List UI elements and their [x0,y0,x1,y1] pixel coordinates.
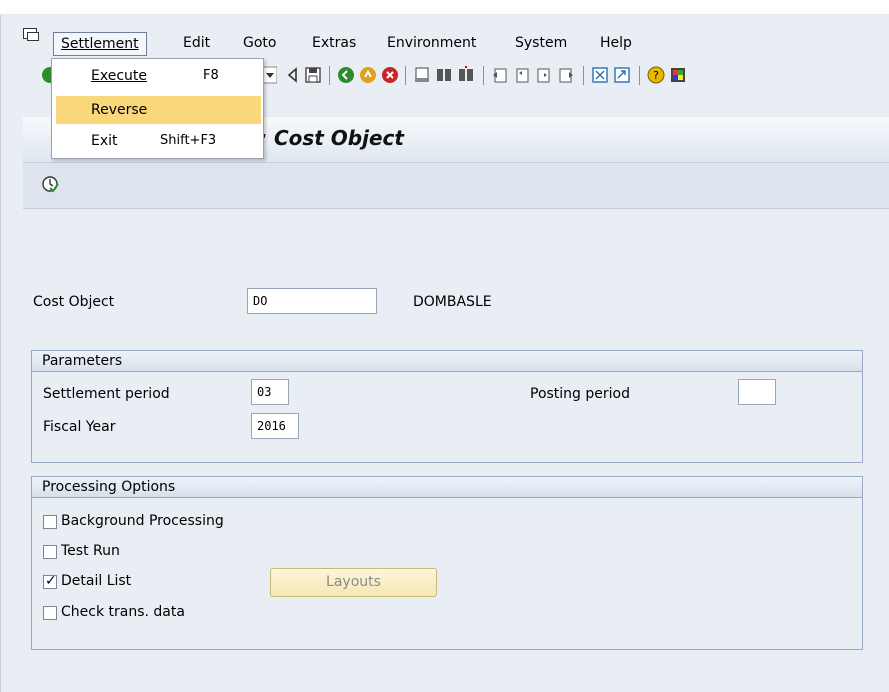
find-icon[interactable] [435,66,453,84]
last-page-icon[interactable] [557,66,575,84]
menu-item-reverse[interactable]: Reverse [56,96,261,124]
menu-item-exit-shortcut: Shift+F3 [160,133,217,148]
posting-period-input[interactable] [738,379,776,405]
processing-options-header: Processing Options [32,477,862,498]
test-run-label: Test Run [61,543,120,559]
menu-edit[interactable]: Edit [183,34,210,52]
toolbar-separator [639,66,640,85]
menu-settlement[interactable]: Settlement [53,32,147,56]
create-session-icon[interactable] [591,66,609,84]
menu-bar: Settlement Edit Goto Extras Environment … [1,15,889,56]
menu-system[interactable]: System [515,34,567,52]
exit-icon[interactable] [359,66,377,84]
menu-help[interactable]: Help [600,34,632,52]
command-field-dropdown-icon[interactable] [263,66,277,84]
previous-page-icon[interactable] [513,66,531,84]
layouts-button[interactable]: Layouts [270,568,437,597]
posting-period-label: Posting period [530,386,630,402]
menu-environment[interactable]: Environment [387,34,476,52]
menu-item-execute-label: Execute [91,68,147,84]
page-title: : Cost Object [259,126,404,150]
application-toolbar [23,163,889,209]
detail-list-label: Detail List [61,573,132,589]
settlement-menu-dropdown: Execute F8 Reverse Exit Shift+F3 [51,58,264,159]
toolbar-separator [583,66,584,85]
fiscal-year-input[interactable]: 2016 [251,413,299,439]
back-arrow-icon[interactable] [284,66,302,84]
check-trans-data-checkbox[interactable] [43,606,57,620]
fiscal-year-label: Fiscal Year [43,419,116,435]
shortcut-icon[interactable] [613,66,631,84]
cost-object-description: DOMBASLE [413,294,492,310]
back-icon[interactable] [337,66,355,84]
main-frame: Settlement Edit Goto Extras Environment … [0,15,889,692]
execute-icon[interactable] [41,175,59,193]
cancel-icon[interactable] [381,66,399,84]
settlement-period-label: Settlement period [43,386,170,402]
next-page-icon[interactable] [535,66,553,84]
background-processing-label: Background Processing [61,513,224,529]
print-icon[interactable] [413,66,431,84]
settlement-period-input[interactable]: 03 [251,379,289,405]
parameters-group: Parameters Settlement period 03 Posting … [31,350,863,463]
cost-object-input[interactable]: DO [247,288,377,314]
top-strip [0,0,889,15]
menu-extras[interactable]: Extras [312,34,356,52]
menu-item-reverse-label: Reverse [91,102,148,118]
menu-item-exit[interactable]: Exit Shift+F3 [56,127,261,155]
menu-settlement-label: Settlement [61,36,139,52]
customize-layout-icon[interactable] [669,66,687,84]
svg-text:?: ? [653,69,659,82]
find-next-icon[interactable] [457,66,475,84]
menu-item-execute[interactable]: Execute F8 [56,62,261,90]
menu-item-execute-shortcut: F8 [203,68,219,83]
help-icon[interactable]: ? [647,66,665,84]
toolbar-separator [329,66,330,85]
toolbar-separator [405,66,406,85]
menu-goto[interactable]: Goto [243,34,276,52]
cost-object-label: Cost Object [33,294,115,310]
detail-list-checkbox[interactable] [43,573,57,589]
test-run-checkbox[interactable] [43,545,57,559]
processing-options-group: Processing Options Background Processing… [31,476,863,650]
system-menu-icon[interactable] [23,28,39,41]
menu-item-exit-label: Exit [91,133,118,149]
check-trans-data-label: Check trans. data [61,604,185,620]
save-icon[interactable] [304,66,322,84]
toolbar-separator [483,66,484,85]
background-processing-checkbox[interactable] [43,515,57,529]
parameters-header: Parameters [32,351,862,372]
first-page-icon[interactable] [491,66,509,84]
